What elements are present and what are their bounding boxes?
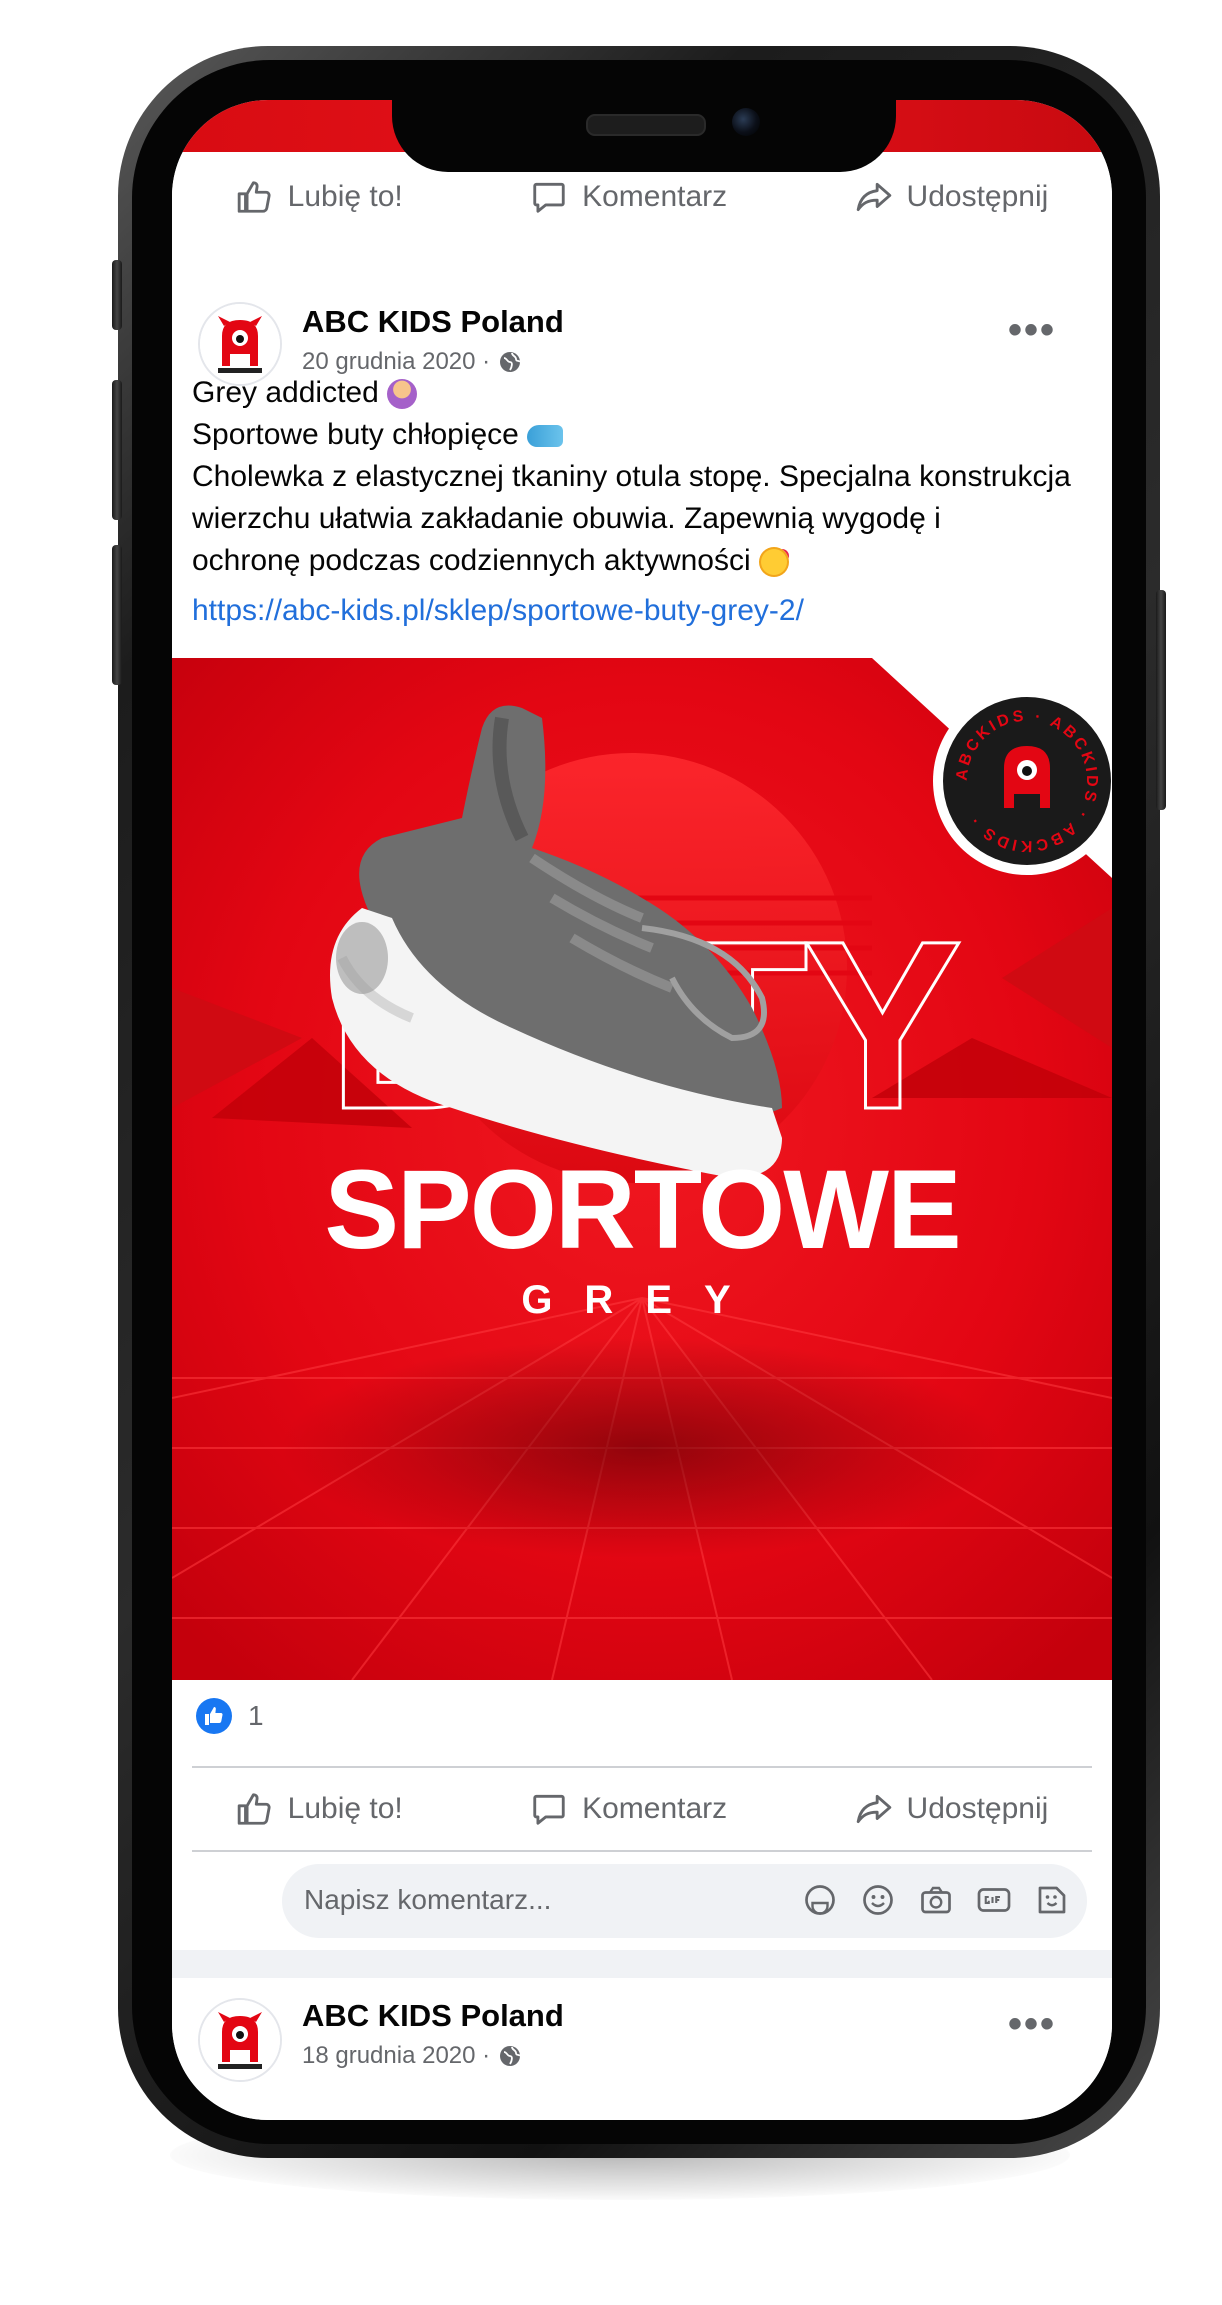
volume-up-button <box>112 380 122 520</box>
globe-icon <box>500 2046 521 2066</box>
more-options-button[interactable]: ••• <box>1008 308 1056 353</box>
next-post-meta: 18 grudnia 2020 · <box>302 2042 522 2070</box>
post-text: Grey addicted Sportowe buty chłopięce Ch… <box>192 372 1092 582</box>
share-button[interactable]: Udostępnij <box>855 1790 1049 1828</box>
like-button[interactable]: Lubię to! <box>236 178 403 216</box>
avatar[interactable] <box>198 1998 282 2082</box>
comment-tools <box>802 1882 1070 1918</box>
post-actions: Lubię to! Komentarz Udostępnij <box>172 1776 1112 1842</box>
post-line-5: ochronę podczas codziennych aktywności <box>192 540 1092 582</box>
sneaker-emoji-icon <box>527 425 564 448</box>
like-label: Lubię to! <box>287 180 403 213</box>
like-label: Lubię to! <box>287 1792 403 1825</box>
post-line-4: wierzchu ułatwia zakładanie obuwia. Zape… <box>192 502 941 535</box>
woman-emoji-icon <box>387 379 418 410</box>
more-icon: ••• <box>1008 308 1057 352</box>
comment-input[interactable]: Napisz komentarz... <box>304 1884 551 1916</box>
post-line-2: Sportowe buty chłopięce <box>192 414 1092 456</box>
like-button[interactable]: Lubię to! <box>236 1790 403 1828</box>
share-icon <box>856 1794 891 1824</box>
next-post-date[interactable]: 18 grudnia 2020 · <box>302 2042 490 2070</box>
reaction-summary[interactable]: 1 <box>196 1698 264 1734</box>
earpiece-speaker <box>586 114 706 136</box>
next-post-author[interactable]: ABC KIDS Poland <box>302 1998 564 2034</box>
comment-label: Komentarz <box>582 1792 728 1825</box>
post-footer: 1 Lubię to! Komentarz Udostępnij Napisz … <box>172 1680 1112 1950</box>
comment-box[interactable]: Napisz komentarz... <box>282 1864 1087 1938</box>
phone-screen: Lubię to! Komentarz Udostępnij ABC KIDS … <box>172 100 1112 2120</box>
post-image[interactable]: BUTY SPORTOWE GREY ABCKIDS · ABCKIDS · A… <box>172 658 1112 1680</box>
post-link[interactable]: https://abc-kids.pl/sklep/sportowe-buty-… <box>192 594 804 628</box>
smiling-hearts-emoji-icon <box>759 547 789 578</box>
share-button[interactable]: Udostępnij <box>855 178 1049 216</box>
share-label: Udostępnij <box>906 1792 1049 1825</box>
previous-post-actions: Lubię to! Komentarz Udostępnij <box>172 162 1112 232</box>
more-icon: ••• <box>1008 2002 1057 2046</box>
reaction-count: 1 <box>248 1700 264 1731</box>
avatar-icon <box>200 2000 280 2080</box>
reaction-like-icon <box>196 1698 232 1734</box>
more-options-button[interactable]: ••• <box>1008 2002 1056 2047</box>
post-line-3: Cholewka z elastycznej tkaniny otula sto… <box>192 460 1071 493</box>
power-button <box>1156 590 1166 810</box>
emoji-icon[interactable] <box>860 1882 896 1918</box>
comment-button[interactable]: Komentarz <box>530 178 727 216</box>
post-line-1: Grey addicted <box>192 372 1092 414</box>
headline-solid-text: SPORTOWE <box>324 1147 959 1272</box>
post-author[interactable]: ABC KIDS Poland <box>302 304 564 340</box>
next-post-card: ABC KIDS Poland 18 grudnia 2020 · ••• <box>172 1978 1112 2120</box>
globe-icon <box>500 352 521 372</box>
divider <box>192 1850 1092 1852</box>
avatar-sticker-icon[interactable] <box>802 1882 838 1918</box>
share-label: Udostępnij <box>906 180 1049 213</box>
like-icon <box>237 181 271 213</box>
headline-subline-text: GREY <box>521 1278 762 1322</box>
comment-icon <box>533 182 565 213</box>
comment-label: Komentarz <box>582 180 728 213</box>
comment-button[interactable]: Komentarz <box>530 1790 727 1828</box>
like-icon <box>237 1793 271 1825</box>
divider <box>192 1766 1092 1768</box>
gif-icon[interactable] <box>976 1882 1012 1918</box>
comment-icon <box>533 1794 565 1825</box>
silent-switch <box>112 260 122 330</box>
front-camera <box>732 108 760 136</box>
promo-graphic: BUTY SPORTOWE GREY ABCKIDS · ABCKIDS · A… <box>172 658 1112 1680</box>
share-icon <box>856 182 891 212</box>
volume-down-button <box>112 545 122 685</box>
sticker-icon[interactable] <box>1034 1882 1070 1918</box>
camera-icon[interactable] <box>918 1882 954 1918</box>
